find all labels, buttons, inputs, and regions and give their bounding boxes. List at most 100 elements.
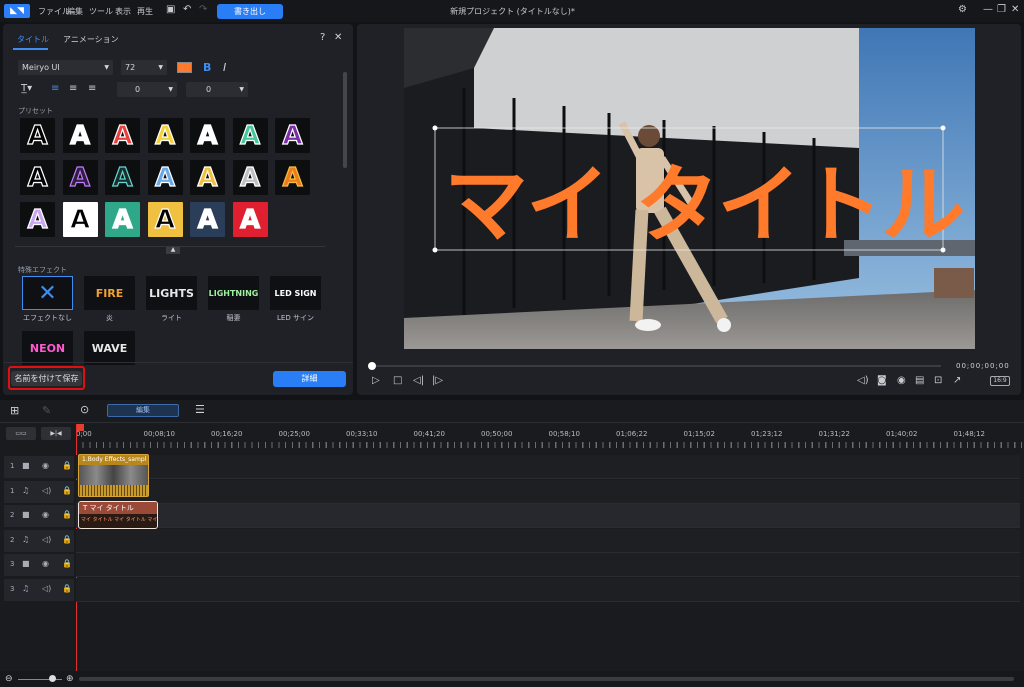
maximize-icon[interactable]: ❐ (997, 4, 1006, 15)
line-spacing-select[interactable]: 0 ▼ (117, 82, 177, 97)
italic-button[interactable]: I (223, 61, 226, 74)
subtitle-icon[interactable]: ▤ (915, 375, 924, 386)
effect-thumbnail[interactable]: FIRE (84, 276, 135, 310)
preview-seek-bar[interactable] (369, 365, 941, 367)
visibility-icon[interactable]: ◉ (42, 559, 49, 568)
snapshot-icon[interactable]: ◙ (877, 375, 887, 386)
export-button[interactable]: 書き出し (217, 4, 283, 19)
menu-file[interactable]: ファイル (38, 6, 70, 17)
popout-icon[interactable]: ↗ (953, 375, 961, 386)
audio-icon[interactable]: ◁) (42, 486, 51, 495)
track-type-icon[interactable]: ♫ (22, 584, 29, 593)
record-icon[interactable]: ◉ (897, 375, 906, 386)
lock-icon[interactable]: 🔒 (62, 584, 72, 593)
prev-frame-icon[interactable]: ◁| (413, 375, 424, 386)
preview-title-text[interactable]: マイ タイトル (444, 138, 965, 259)
align-left-icon[interactable]: ≡ (51, 83, 59, 94)
track-type-icon[interactable]: ♫ (22, 486, 29, 495)
preset-tile[interactable]: A (20, 202, 55, 237)
pen-icon[interactable]: ✎ (42, 404, 51, 417)
preset-tile[interactable]: A (147, 160, 183, 195)
redo-icon[interactable]: ↷ (199, 4, 207, 15)
tab-title[interactable]: タイトル (17, 34, 49, 45)
preset-tile[interactable]: A (147, 118, 183, 153)
chevron-circle-icon[interactable]: ⊙ (80, 403, 89, 416)
align-right-icon[interactable]: ≡ (88, 83, 96, 94)
track-header[interactable]: 2 ♫ ◁) 🔒 (4, 529, 74, 552)
preset-tile[interactable]: A (275, 160, 310, 195)
preset-tile[interactable]: A (232, 160, 268, 195)
preset-tile[interactable]: A (105, 202, 140, 237)
effect-thumbnail[interactable]: NEON (22, 331, 73, 365)
bold-button[interactable]: B (203, 61, 211, 74)
track-manager-icon[interactable]: ⊞ (10, 404, 19, 417)
menu-edit[interactable]: 編集 (67, 6, 83, 17)
effect-thumbnail[interactable]: LIGHTS (146, 276, 197, 310)
zoom-slider-handle[interactable] (49, 675, 56, 682)
preset-tile[interactable]: A (62, 160, 98, 195)
undo-icon[interactable]: ↶ (183, 4, 191, 15)
track-type-icon[interactable]: ■ (22, 461, 30, 470)
help-icon[interactable]: ? (320, 32, 325, 43)
visibility-icon[interactable]: ◉ (42, 510, 49, 519)
zoom-fit-icon[interactable]: ⊡ (934, 375, 942, 386)
close-panel-icon[interactable]: ✕ (334, 32, 342, 43)
preset-tile[interactable]: A (190, 160, 225, 195)
clip-list-icon[interactable]: ☰ (195, 403, 205, 416)
gear-icon[interactable]: ⚙ (958, 4, 967, 15)
effect-thumbnail[interactable]: LIGHTNING (208, 276, 259, 310)
stop-icon[interactable]: □ (393, 375, 402, 386)
effect-thumbnail[interactable]: WAVE (84, 331, 135, 365)
volume-icon[interactable]: ◁) (857, 375, 869, 386)
preset-tile[interactable]: A (232, 202, 268, 237)
save-icon[interactable]: ▣ (166, 4, 175, 15)
preset-tile[interactable]: A (275, 118, 310, 153)
align-center-icon[interactable]: ≡ (69, 83, 77, 94)
menu-tools[interactable]: ツール (89, 6, 113, 17)
next-frame-icon[interactable]: |▷ (432, 375, 443, 386)
detail-button[interactable]: 詳細 (273, 371, 346, 387)
preset-tile[interactable]: A (232, 118, 268, 153)
font-color-swatch[interactable] (177, 62, 192, 73)
aspect-ratio-button[interactable]: 16:9 (990, 376, 1010, 386)
time-ruler[interactable]: 0;00 00;08;10 00;16;20 00;25;00 00;33;10 00;4… (76, 430, 1024, 452)
font-select[interactable]: Meiryo UI ▼ (18, 60, 113, 75)
track-type-icon[interactable]: ♫ (22, 535, 29, 544)
seek-handle[interactable] (368, 362, 376, 370)
lock-icon[interactable]: 🔒 (62, 559, 72, 568)
menu-view[interactable]: 表示 (115, 6, 131, 17)
close-window-icon[interactable]: ✕ (1011, 4, 1019, 15)
preset-tile[interactable]: A (147, 202, 183, 237)
track-header[interactable]: 1 ♫ ◁) 🔒 (4, 480, 74, 503)
collapse-presets-icon[interactable]: ▲ (166, 246, 180, 254)
track-type-icon[interactable]: ■ (22, 559, 30, 568)
minimize-icon[interactable]: — (983, 4, 993, 15)
video-clip[interactable]: 1.Body Effects_sampl (78, 454, 149, 497)
preset-tile[interactable]: A (20, 160, 55, 195)
edit-mode-button[interactable]: 編集 (107, 404, 179, 417)
playhead-handle[interactable] (77, 424, 84, 431)
timeline-scrollbar[interactable] (79, 677, 1014, 681)
title-clip[interactable]: T マイ タイトル マイ タイトル マイ タイトル マイ タイトル (78, 501, 158, 529)
zoom-in-icon[interactable]: ⊕ (66, 674, 74, 684)
font-size-select[interactable]: 72 ▼ (121, 60, 167, 75)
panel-scrollbar[interactable] (343, 72, 347, 168)
track-header[interactable]: 1 ■ ◉ 🔒 (4, 456, 74, 478)
effect-thumbnail[interactable]: LED SIGN (270, 276, 321, 310)
effect-thumbnail[interactable]: ✕ (22, 276, 73, 310)
zoom-out-icon[interactable]: ⊖ (5, 674, 13, 684)
menu-playback[interactable]: 再生 (137, 6, 153, 17)
visibility-icon[interactable]: ◉ (42, 461, 49, 470)
track-type-icon[interactable]: ■ (22, 510, 30, 519)
track-header[interactable]: 3 ■ ◉ 🔒 (4, 554, 74, 576)
preset-tile[interactable]: A (105, 118, 140, 153)
timeline-mode-button[interactable]: ▭▭ (6, 427, 36, 440)
char-spacing-select[interactable]: 0 ▼ (186, 82, 248, 97)
preset-tile[interactable]: A (190, 118, 225, 153)
preset-tile[interactable]: A (105, 160, 140, 195)
tab-animation[interactable]: アニメーション (63, 34, 119, 45)
preset-tile[interactable]: A (190, 202, 225, 237)
text-style-icon[interactable]: T̲▾ (21, 83, 32, 94)
preset-tile[interactable]: A (62, 202, 98, 237)
preset-tile[interactable]: A (62, 118, 98, 153)
